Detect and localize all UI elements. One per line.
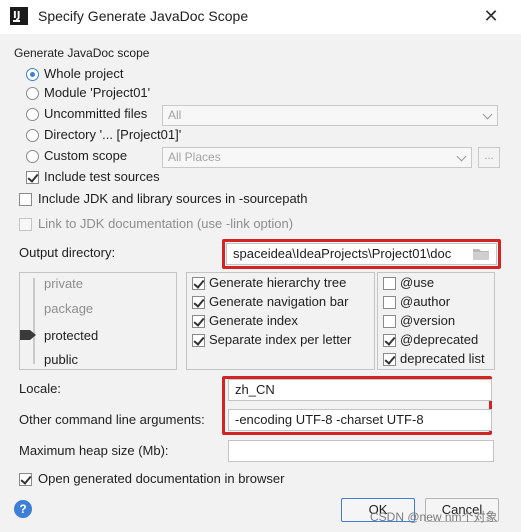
visibility-slider-track[interactable] xyxy=(33,278,35,364)
include-jdk-label: Include JDK and library sources in -sour… xyxy=(38,191,308,206)
include-jdk-checkbox[interactable] xyxy=(19,193,32,206)
generate-hierarchy-label: Generate hierarchy tree xyxy=(209,275,347,290)
scope-section-title: Generate JavaDoc scope xyxy=(14,46,150,60)
visibility-panel xyxy=(19,272,177,370)
include-test-sources-label: Include test sources xyxy=(44,169,160,184)
radio-label-directory: Directory '... [Project01]' xyxy=(44,127,182,142)
generate-index-checkbox[interactable] xyxy=(192,315,205,328)
tag-author-checkbox[interactable] xyxy=(383,296,396,309)
open-in-browser-label: Open generated documentation in browser xyxy=(38,471,285,486)
custom-scope-browse-button[interactable]: ... xyxy=(478,147,500,168)
output-directory-input[interactable]: spaceidea\IdeaProjects\Project01\doc xyxy=(226,243,497,265)
output-directory-value: spaceidea\IdeaProjects\Project01\doc xyxy=(233,246,452,261)
heap-input[interactable] xyxy=(228,440,494,462)
generate-hierarchy-checkbox[interactable] xyxy=(192,277,205,290)
radio-uncommitted-files[interactable] xyxy=(26,108,39,121)
radio-label-whole-project: Whole project xyxy=(44,66,124,81)
open-in-browser-checkbox[interactable] xyxy=(19,473,32,486)
tag-author-label: @author xyxy=(400,294,451,309)
radio-whole-project[interactable] xyxy=(26,68,39,81)
radio-module[interactable] xyxy=(26,87,39,100)
args-value: -encoding UTF-8 -charset UTF-8 xyxy=(235,412,424,427)
visibility-public[interactable]: public xyxy=(44,352,78,367)
generate-index-label: Generate index xyxy=(209,313,298,328)
locale-input[interactable]: zh_CN xyxy=(228,379,492,401)
tag-version-label: @version xyxy=(400,313,456,328)
chevron-down-icon xyxy=(482,109,493,120)
slider-thumb-icon[interactable] xyxy=(20,330,36,340)
chevron-down-icon xyxy=(456,151,467,162)
tag-deprecated-label: @deprecated xyxy=(400,332,479,347)
radio-label-custom-scope: Custom scope xyxy=(44,148,128,163)
radio-label-uncommitted-files: Uncommitted files xyxy=(44,106,148,121)
locale-label: Locale: xyxy=(19,381,61,396)
radio-directory[interactable] xyxy=(26,129,39,142)
close-icon[interactable]: ✕ xyxy=(480,5,502,27)
folder-icon[interactable] xyxy=(473,248,489,260)
generate-navbar-label: Generate navigation bar xyxy=(209,294,349,309)
uncommitted-select-value: All xyxy=(168,108,182,122)
intellij-app-icon: IJ xyxy=(10,7,28,25)
radio-custom-scope[interactable] xyxy=(26,150,39,163)
tag-version-checkbox[interactable] xyxy=(383,315,396,328)
separate-index-checkbox[interactable] xyxy=(192,334,205,347)
link-jdk-label: Link to JDK documentation (use -link opt… xyxy=(38,216,294,231)
link-jdk-checkbox[interactable] xyxy=(19,218,32,231)
radio-label-module: Module 'Project01' xyxy=(44,85,151,100)
args-label: Other command line arguments: xyxy=(19,412,205,427)
visibility-protected[interactable]: protected xyxy=(44,328,98,343)
locale-value: zh_CN xyxy=(235,382,275,397)
custom-scope-select[interactable]: All Places xyxy=(162,147,472,168)
custom-scope-select-value: All Places xyxy=(168,150,221,164)
include-test-sources-checkbox[interactable] xyxy=(26,171,39,184)
heap-label: Maximum heap size (Mb): xyxy=(19,443,169,458)
watermark: CSDN @new nm个对象 xyxy=(370,510,498,524)
help-icon[interactable]: ? xyxy=(14,500,32,518)
visibility-private[interactable]: private xyxy=(44,276,83,291)
args-input[interactable]: -encoding UTF-8 -charset UTF-8 xyxy=(228,409,492,431)
dialog-title: Specify Generate JavaDoc Scope xyxy=(38,8,249,24)
tag-use-label: @use xyxy=(400,275,435,290)
generate-navbar-checkbox[interactable] xyxy=(192,296,205,309)
deprecated-list-checkbox[interactable] xyxy=(383,353,396,366)
separate-index-label: Separate index per letter xyxy=(209,332,352,347)
uncommitted-files-select[interactable]: All xyxy=(162,105,498,126)
deprecated-list-label: deprecated list xyxy=(400,351,485,366)
visibility-package[interactable]: package xyxy=(44,301,93,316)
tag-deprecated-checkbox[interactable] xyxy=(383,334,396,347)
output-directory-label: Output directory: xyxy=(19,245,116,260)
tag-use-checkbox[interactable] xyxy=(383,277,396,290)
